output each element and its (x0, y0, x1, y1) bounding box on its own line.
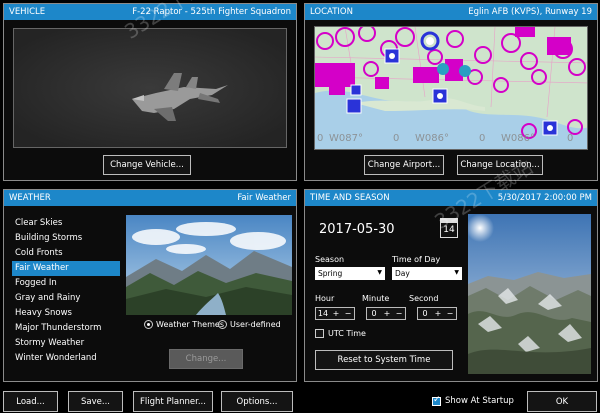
map-coord-4: W086° (415, 133, 449, 144)
load-button[interactable]: Load... (3, 391, 58, 412)
change-airport-button[interactable]: Change Airport... (364, 155, 444, 175)
change-location-button[interactable]: Change Location... (457, 155, 543, 175)
location-header: LOCATION Eglin AFB (KVPS), Runway 19 (305, 4, 597, 20)
vehicle-preview (13, 28, 287, 148)
show-at-startup-label: Show At Startup (445, 396, 514, 406)
season-value: Spring (318, 269, 343, 278)
weather-item[interactable]: Gray and Rainy (12, 291, 120, 306)
location-map[interactable]: 0 W087° 0 W086° 0 W086° 0 (314, 26, 588, 150)
location-header-title: LOCATION (310, 7, 353, 17)
weather-header: WEATHER Fair Weather (4, 190, 296, 206)
chevron-down-icon: ▼ (454, 269, 459, 276)
plus-icon[interactable]: + (381, 309, 393, 318)
radio-unselected-icon[interactable] (218, 320, 227, 329)
time-header: TIME AND SEASON 5/30/2017 2:00:00 PM (305, 190, 597, 206)
weather-theme-list: Clear Skies Building Storms Cold Fronts … (12, 216, 120, 366)
options-button[interactable]: Options... (221, 391, 293, 412)
change-vehicle-button[interactable]: Change Vehicle... (103, 155, 191, 175)
vehicle-header-value: F-22 Raptor - 525th Fighter Squadron (132, 7, 291, 17)
minus-icon[interactable]: − (444, 309, 456, 318)
time-header-title: TIME AND SEASON (310, 193, 390, 203)
show-at-startup-row[interactable]: Show At Startup (432, 395, 514, 406)
season-label: Season (315, 255, 345, 264)
chevron-down-icon: ▼ (377, 269, 382, 276)
weather-preview-image (126, 215, 292, 315)
date-display: 2017-05-30 (319, 222, 395, 237)
ok-button[interactable]: OK (527, 391, 597, 412)
plus-icon[interactable]: + (330, 309, 342, 318)
vehicle-panel: VEHICLE F-22 Raptor - 525th Fighter Squa… (3, 3, 297, 181)
map-coord-5: 0 (479, 133, 485, 144)
second-stepper[interactable]: 0 + − (417, 307, 457, 320)
plus-icon[interactable]: + (432, 309, 444, 318)
weather-item[interactable]: Stormy Weather (12, 336, 120, 351)
minute-stepper[interactable]: 0 + − (366, 307, 406, 320)
map-coord-3: 0 (393, 133, 399, 144)
hour-label: Hour (315, 294, 335, 303)
location-panel: LOCATION Eglin AFB (KVPS), Runway 19 0 W… (304, 3, 598, 181)
user-defined-label: User-defined (230, 320, 281, 329)
minus-icon[interactable]: − (393, 309, 405, 318)
tod-select[interactable]: Day ▼ (392, 267, 462, 280)
map-coord-6: W086° (501, 133, 535, 144)
map-coord-1: 0 (317, 133, 323, 144)
reset-time-button[interactable]: Reset to System Time (315, 350, 453, 370)
utc-checkbox-row[interactable]: UTC Time (315, 329, 366, 338)
weather-item[interactable]: Clear Skies (12, 216, 120, 231)
map-coord-2: W087° (329, 133, 363, 144)
user-defined-radio[interactable]: User-defined (218, 320, 281, 329)
hour-stepper[interactable]: 14 + − (315, 307, 355, 320)
change-weather-button[interactable]: Change... (169, 349, 243, 369)
calendar-day: 14 (443, 225, 455, 235)
weather-themes-radio[interactable]: Weather Themes (144, 320, 224, 329)
weather-header-title: WEATHER (9, 193, 51, 203)
weather-themes-label: Weather Themes (156, 320, 224, 329)
calendar-icon[interactable]: 14 (440, 218, 458, 238)
map-image: 0 W087° 0 W086° 0 W086° 0 (315, 27, 587, 149)
radio-selected-icon[interactable] (144, 320, 153, 329)
vehicle-header-title: VEHICLE (9, 7, 46, 17)
second-label: Second (409, 294, 439, 303)
weather-item[interactable]: Winter Wonderland (12, 351, 120, 366)
tod-label: Time of Day (392, 255, 441, 264)
time-panel: TIME AND SEASON 5/30/2017 2:00:00 PM 201… (304, 189, 598, 382)
time-preview-image (468, 214, 591, 374)
utc-label: UTC Time (328, 329, 366, 338)
flight-planner-button[interactable]: Flight Planner... (133, 391, 213, 412)
weather-panel: WEATHER Fair Weather Clear Skies Buildin… (3, 189, 297, 382)
tod-value: Day (395, 269, 410, 278)
weather-item-selected[interactable]: Fair Weather (12, 261, 120, 276)
map-coord-7: 0 (567, 133, 573, 144)
weather-item[interactable]: Cold Fronts (12, 246, 120, 261)
time-header-value: 5/30/2017 2:00:00 PM (497, 193, 592, 203)
weather-item[interactable]: Fogged In (12, 276, 120, 291)
minus-icon[interactable]: − (342, 309, 354, 318)
show-at-startup-checkbox[interactable] (432, 395, 441, 406)
hour-value[interactable]: 14 (316, 309, 330, 318)
weather-item[interactable]: Building Storms (12, 231, 120, 246)
second-value[interactable]: 0 (418, 309, 432, 318)
jet-image (14, 29, 286, 147)
weather-item[interactable]: Heavy Snows (12, 306, 120, 321)
season-select[interactable]: Spring ▼ (315, 267, 385, 280)
vehicle-header: VEHICLE F-22 Raptor - 525th Fighter Squa… (4, 4, 296, 20)
minute-value[interactable]: 0 (367, 309, 381, 318)
location-header-value: Eglin AFB (KVPS), Runway 19 (468, 7, 592, 17)
minute-label: Minute (362, 294, 390, 303)
weather-header-value: Fair Weather (237, 193, 291, 203)
save-button[interactable]: Save... (68, 391, 123, 412)
utc-checkbox[interactable] (315, 329, 324, 338)
footer-bar: Load... Save... Flight Planner... Option… (0, 388, 600, 413)
weather-item[interactable]: Major Thunderstorm (12, 321, 120, 336)
